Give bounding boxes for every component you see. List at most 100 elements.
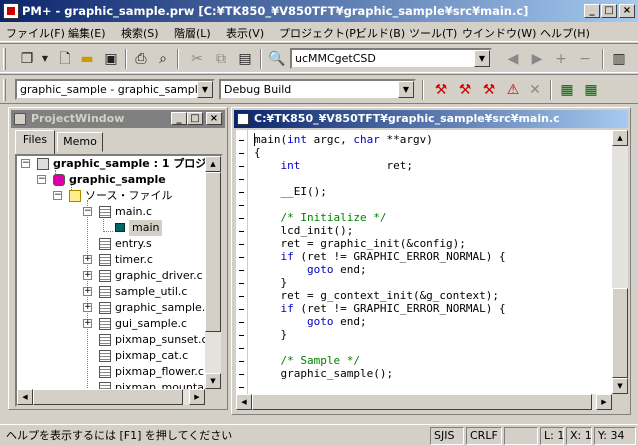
code-line[interactable]: graphic_sample(); [254,367,393,380]
build-toolbar: graphic_sample - graphic_sample ▼ Debug … [0,74,638,104]
find-icon[interactable]: 🔍 [268,50,286,68]
line-marker [239,218,244,219]
code-line[interactable]: goto end; [254,263,367,276]
print-preview-icon[interactable]: ⌕ [154,50,172,68]
debugger-icon[interactable]: ▦ [558,81,576,99]
line-marker [239,244,244,245]
code-line[interactable]: main(int argc, char **argv) [254,133,433,146]
toolbar-grip[interactable] [3,79,6,101]
scroll-left-icon[interactable]: ◀ [236,394,252,410]
minimize-button[interactable]: _ [584,4,600,18]
open-folder-icon[interactable]: ▬ [78,50,96,68]
back-icon[interactable]: ◀ [504,50,522,68]
window-dropdown-icon[interactable]: ▼ [36,50,54,68]
code-line[interactable]: } [254,328,287,341]
project-window-icon [14,113,26,125]
scroll-right-icon[interactable]: ▶ [189,389,205,405]
c-file-icon [99,318,111,330]
editor-horizontal-scrollbar[interactable]: ◀ ▶ [236,394,612,410]
code-line[interactable]: __EI(); [254,185,326,198]
build-config-value: Debug Build [224,83,292,96]
clean-icon[interactable]: ✕ [526,81,544,99]
rebuild-icon[interactable]: ⚒ [480,81,498,99]
code-line[interactable]: int ret; [254,159,413,172]
menu-help[interactable]: ヘルプ(H) [540,25,590,41]
save-icon[interactable]: ▣ [102,50,120,68]
menu-tools[interactable]: ツール(T) [409,25,457,41]
scroll-right-icon[interactable]: ▶ [596,394,612,410]
code-line[interactable]: if (ret != GRAPHIC_ERROR_NORMAL) { [254,250,506,263]
panel-minimize-button[interactable]: _ [171,112,187,125]
code-line[interactable]: goto end; [254,315,367,328]
panel-maximize-button[interactable]: □ [187,112,203,125]
tree-vertical-scrollbar[interactable]: ▲ ▼ [205,156,221,389]
menu-search[interactable]: 検索(S) [121,25,159,41]
project-combo[interactable]: graphic_sample - graphic_sample ▼ [15,79,215,100]
menu-edit[interactable]: 編集(E) [68,25,106,41]
tree-horizontal-scrollbar[interactable]: ◀ ▶ [17,389,205,405]
window-title: PM+ - graphic_sample.prw [C:¥TK850_¥V850… [22,4,529,18]
stop-build-icon[interactable]: ⚠ [504,81,522,99]
code-line[interactable]: ret = g_context_init(&g_context); [254,289,499,302]
scroll-thumb[interactable] [33,389,183,405]
c-file-icon [99,350,111,362]
remove-icon[interactable]: − [576,50,594,68]
compile-icon[interactable]: ⚒ [432,81,450,99]
debugger-settings-icon[interactable]: ▦ [582,81,600,99]
build-icon[interactable]: ⚒ [456,81,474,99]
chevron-down-icon[interactable]: ▼ [197,81,213,98]
chevron-down-icon[interactable]: ▼ [474,50,490,67]
tab-memo[interactable]: Memo [57,132,103,152]
code-line[interactable]: ret = graphic_init(&config); [254,237,465,250]
editor-titlebar: C:¥TK850_¥V850TFT¥graphic_sample¥src¥mai… [234,110,628,128]
code-area[interactable]: main(int argc, char **argv){ int ret; __… [236,130,612,410]
paste-icon[interactable]: ▤ [236,50,254,68]
add-icon[interactable]: + [552,50,570,68]
scroll-thumb[interactable] [252,394,592,410]
tree-root[interactable]: − graphic_sample : 1 プロジェ [17,156,221,172]
code-line[interactable]: /* Initialize */ [254,211,386,224]
code-line[interactable]: if (ret != GRAPHIC_ERROR_NORMAL) { [254,302,506,315]
menu-build[interactable]: ビルド(B) [356,25,405,41]
print-icon[interactable]: ⎙ [132,50,150,68]
menu-level[interactable]: 階層(L) [174,25,211,41]
scroll-up-icon[interactable]: ▲ [205,156,221,172]
title-bar: PM+ - graphic_sample.prw [C:¥TK850_¥V850… [0,0,638,22]
menu-view[interactable]: 表示(V) [226,25,264,41]
c-file-icon [99,206,111,218]
menu-file[interactable]: ファイル(F) [6,25,65,41]
maximize-button[interactable]: □ [601,4,617,18]
app-icon[interactable] [3,3,19,19]
line-marker [239,387,244,388]
code-line[interactable]: /* Sample */ [254,354,359,367]
copy-icon[interactable]: ⧉ [212,50,230,68]
scroll-down-icon[interactable]: ▼ [612,378,628,394]
scroll-down-icon[interactable]: ▼ [205,373,221,389]
status-encoding: SJIS [430,427,464,445]
scroll-left-icon[interactable]: ◀ [17,389,33,405]
chevron-down-icon[interactable]: ▼ [398,81,414,98]
window-icon[interactable]: ❐ [18,50,36,68]
close-button[interactable]: × [619,4,635,18]
scroll-up-icon[interactable]: ▲ [612,130,628,146]
scroll-thumb[interactable] [612,288,628,378]
scroll-thumb[interactable] [205,172,221,332]
build-config-combo[interactable]: Debug Build ▼ [219,79,416,100]
panel-close-button[interactable]: × [206,112,222,125]
layout-icon[interactable]: ▥ [610,50,628,68]
editor-vertical-scrollbar[interactable]: ▲ ▼ [612,130,628,394]
code-line[interactable]: { [254,146,261,159]
menu-project[interactable]: プロジェクト(P) [279,25,360,41]
folder-icon [69,190,81,202]
toolbar-grip[interactable] [3,48,6,70]
search-combo[interactable]: ucMMCgetCSD ▼ [290,48,492,69]
tab-files[interactable]: Files [15,130,55,154]
menu-window[interactable]: ウインドウ(W) [462,25,536,41]
code-line[interactable]: } [254,276,287,289]
new-file-icon[interactable]: 🗋 [56,50,74,68]
code-line[interactable]: lcd_init(); [254,224,353,237]
line-marker [239,192,244,193]
status-column: X: 1 [566,427,592,445]
forward-icon[interactable]: ▶ [528,50,546,68]
cut-icon[interactable]: ✂ [188,50,206,68]
